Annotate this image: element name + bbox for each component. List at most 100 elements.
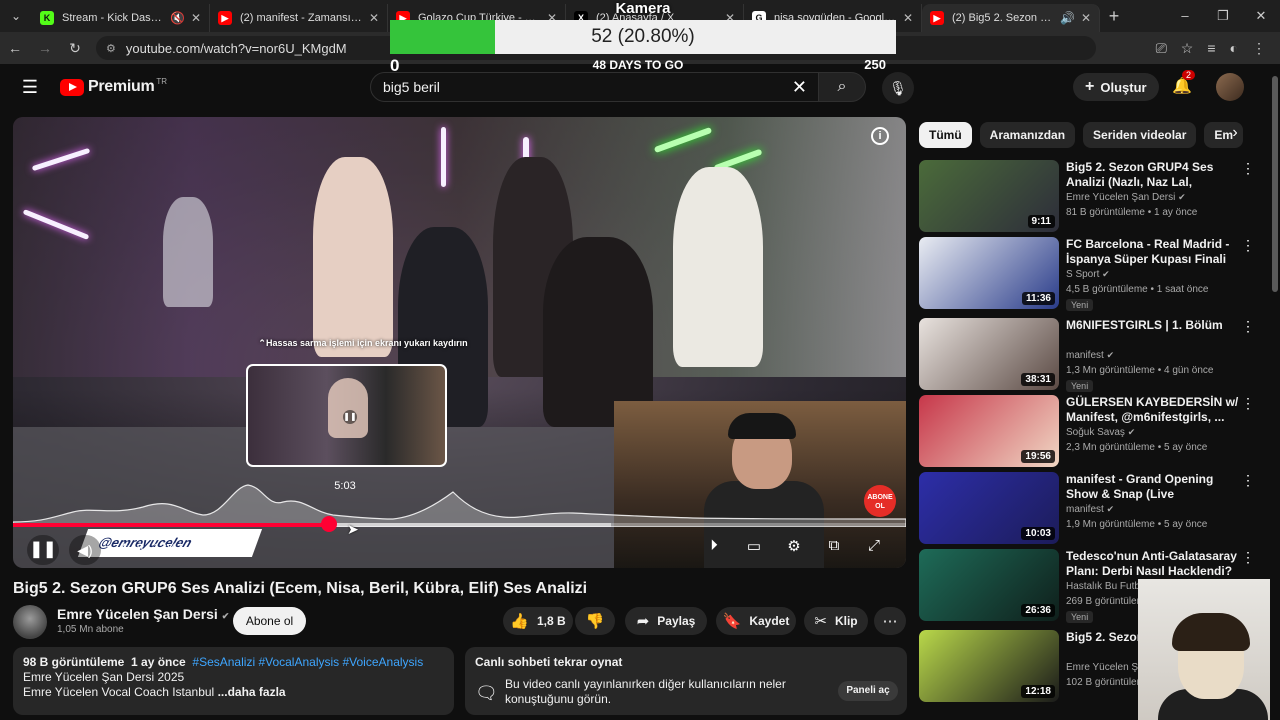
video-thumbnail[interactable]: 11:36: [919, 237, 1059, 309]
miniplayer-icon[interactable]: ⧉: [823, 537, 845, 555]
more-vertical-icon[interactable]: ⋮: [1241, 160, 1255, 177]
new-tab-button[interactable]: +: [1100, 6, 1128, 27]
close-tab-icon[interactable]: ✕: [1081, 11, 1091, 25]
video-duration: 26:36: [1021, 604, 1055, 617]
close-window-icon[interactable]: ✕: [1242, 8, 1280, 24]
account-avatar[interactable]: [1216, 73, 1244, 101]
browser-tab[interactable]: K Stream - Kick Dashboa 🔇 ✕: [32, 4, 210, 32]
reload-icon[interactable]: ↻: [60, 40, 90, 57]
mute-icon[interactable]: 🔇: [170, 11, 185, 25]
more-vertical-icon[interactable]: ⋮: [1241, 472, 1255, 489]
recommended-title[interactable]: M6NIFESTGIRLS | 1. Bölüm: [1066, 318, 1241, 333]
browser-tab[interactable]: ▶ (2) manifest - Zamansızdık ✕: [210, 4, 388, 32]
description-box[interactable]: 98 B görüntüleme 1 ay önce #SesAnalizi #…: [13, 647, 454, 715]
goal-max: 250: [864, 57, 886, 72]
share-button[interactable]: ➦ Paylaş: [625, 607, 707, 635]
goal-value: 52 (20.80%): [591, 26, 695, 47]
recommended-channel[interactable]: S Sport ✔: [1066, 269, 1110, 280]
channel-name[interactable]: Emre Yücelen Şan Dersi ✔: [57, 606, 229, 622]
more-vertical-icon[interactable]: ⋮: [1241, 395, 1255, 412]
browser-tab[interactable]: ▶ (2) Big5 2. Sezon GRUP 🔊 ✕: [922, 4, 1100, 32]
filter-chip[interactable]: Seriden videolar: [1083, 122, 1197, 148]
player-right-controls: ⏵ ▭ ⚙ ⧉ ⤢: [703, 537, 885, 555]
recommended-title[interactable]: FC Barcelona - Real Madrid - İspanya Süp…: [1066, 237, 1241, 267]
verified-icon: ✔: [1106, 504, 1115, 514]
chips-next-icon[interactable]: ›: [1224, 124, 1246, 146]
video-thumbnail[interactable]: 10:03: [919, 472, 1059, 544]
settings-icon[interactable]: ⚙: [783, 537, 805, 555]
close-tab-icon[interactable]: ✕: [369, 11, 379, 25]
subtitles-icon[interactable]: ▭: [743, 537, 765, 555]
recommended-channel[interactable]: Soğuk Savaş ✔: [1066, 427, 1135, 438]
pause-button[interactable]: ❚❚: [27, 535, 59, 565]
recommended-title[interactable]: Big5 2. Sezon GRUP4 Ses Analizi (Nazlı, …: [1066, 160, 1241, 190]
site-info-icon[interactable]: ⚙: [106, 42, 116, 55]
more-vertical-icon[interactable]: ⋮: [1241, 318, 1255, 335]
recommended-title[interactable]: GÜLERSEN KAYBEDERSİN w/ Manifest, @m6nif…: [1066, 395, 1241, 425]
youtube-logo[interactable]: Premium TR: [60, 77, 167, 96]
volume-button[interactable]: ◀): [69, 535, 101, 565]
recommended-video[interactable]: 9:11 Big5 2. Sezon GRUP4 Ses Analizi (Naz…: [919, 160, 1269, 232]
heatmap-waveform: [13, 484, 906, 527]
recommended-video[interactable]: 10:03 manifest - Grand Opening Show & Sna…: [919, 472, 1269, 544]
recommended-channel-text: Soğuk Savaş: [1066, 427, 1125, 438]
menu-icon[interactable]: ⋮: [1252, 40, 1266, 57]
clip-button[interactable]: ✂ Klip: [804, 607, 868, 635]
clear-search-icon[interactable]: ✕: [792, 77, 807, 98]
chat-icon: 🗨: [475, 683, 498, 703]
voice-search-button[interactable]: 🎙: [882, 72, 914, 104]
subscribe-button[interactable]: Abone ol: [233, 607, 306, 635]
close-tab-icon[interactable]: ✕: [903, 11, 913, 25]
search-input[interactable]: big5 beril ✕: [370, 72, 820, 102]
recommended-video[interactable]: 38:31 M6NIFESTGIRLS | 1. Bölüm manifest ✔ 1…: [919, 318, 1269, 392]
video-thumbnail[interactable]: 12:18: [919, 630, 1059, 702]
scrubber-handle[interactable]: [321, 516, 338, 532]
recommended-channel[interactable]: Emre Yücelen Ş ✔: [1066, 662, 1148, 673]
forward-icon[interactable]: →: [30, 40, 60, 56]
search-button[interactable]: ⌕: [818, 72, 866, 102]
recommended-channel[interactable]: Emre Yücelen Şan Dersi ✔: [1066, 192, 1186, 203]
recommended-title[interactable]: manifest - Grand Opening Show & Snap (Li…: [1066, 472, 1241, 502]
bookmark-star-icon[interactable]: ☆: [1181, 40, 1194, 57]
dislike-button[interactable]: 👎: [575, 607, 615, 635]
hashtags[interactable]: #SesAnalizi #VocalAnalysis #VoiceAnalysi…: [192, 655, 423, 669]
recommended-video[interactable]: 11:36 FC Barcelona - Real Madrid - İspany…: [919, 237, 1269, 311]
video-player[interactable]: ABONE OL i ⌃Hassas sarma işlemi için ekr…: [13, 117, 906, 568]
maximize-icon[interactable]: ❐: [1204, 8, 1242, 24]
close-tab-icon[interactable]: ✕: [191, 11, 201, 25]
more-vertical-icon[interactable]: ⋮: [1241, 237, 1255, 254]
speaker-icon[interactable]: 🔊: [1060, 11, 1075, 25]
hamburger-menu-icon[interactable]: ☰: [0, 77, 60, 98]
autoplay-toggle-icon[interactable]: ⏵: [703, 537, 725, 555]
more-actions-button[interactable]: ⋯: [874, 607, 906, 635]
create-button[interactable]: + Oluştur: [1073, 73, 1159, 101]
video-thumbnail[interactable]: 38:31: [919, 318, 1059, 390]
video-thumbnail[interactable]: 19:56: [919, 395, 1059, 467]
like-button[interactable]: 👍 1,8 B: [503, 607, 573, 635]
tab-search-icon[interactable]: ⌄: [0, 0, 32, 32]
minimize-icon[interactable]: –: [1166, 8, 1204, 24]
save-button[interactable]: 🔖 Kaydet: [716, 607, 796, 635]
page-scrollbar[interactable]: [1270, 66, 1280, 720]
back-icon[interactable]: ←: [0, 40, 30, 56]
show-more-link[interactable]: ...daha fazla: [218, 685, 286, 699]
notifications-button[interactable]: 🔔 2: [1172, 70, 1196, 96]
open-panel-button[interactable]: Paneli aç: [838, 681, 898, 701]
filter-chip[interactable]: Tümü: [919, 122, 972, 148]
extension-icon[interactable]: ◐: [1230, 40, 1238, 57]
more-vertical-icon[interactable]: ⋮: [1241, 549, 1255, 566]
recommended-title[interactable]: Tedesco'nun Anti-Galatasaray Planı: Derb…: [1066, 549, 1241, 579]
filter-chip[interactable]: Aramanızdan: [979, 122, 1076, 148]
video-duration: 19:56: [1021, 450, 1055, 463]
cast-icon[interactable]: ⎚: [1156, 40, 1167, 57]
recommended-channel[interactable]: manifest ✔: [1066, 350, 1114, 361]
video-thumbnail[interactable]: 9:11: [919, 160, 1059, 232]
video-thumbnail[interactable]: 26:36: [919, 549, 1059, 621]
info-icon[interactable]: i: [871, 127, 889, 145]
verified-icon: ✔: [1106, 350, 1115, 360]
recommended-video[interactable]: 19:56 GÜLERSEN KAYBEDERSİN w/ Manifest, @…: [919, 395, 1269, 467]
fullscreen-icon[interactable]: ⤢: [863, 537, 885, 555]
recommended-channel[interactable]: manifest ✔: [1066, 504, 1114, 515]
media-controls-icon[interactable]: ≡: [1207, 40, 1215, 57]
channel-avatar[interactable]: [13, 605, 47, 639]
